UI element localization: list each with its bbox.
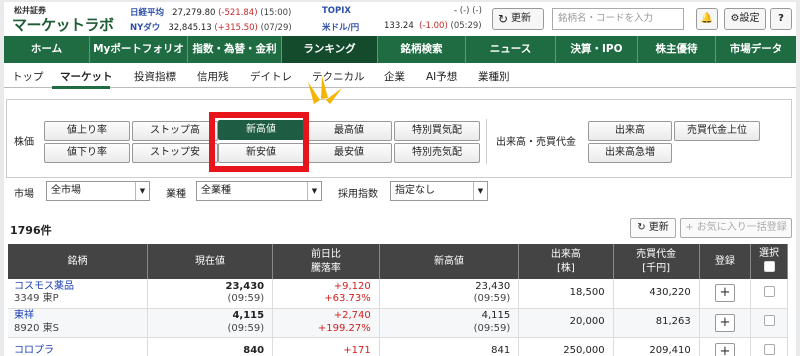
active-tab-indicator [52,86,110,89]
nav-index-fx[interactable]: 指数・為替・金利 [188,36,282,63]
header-refresh-button[interactable]: ↻ 更新 [492,8,544,30]
index-select[interactable]: 指定なし ▼ [390,181,488,201]
chevron-down-icon: ▼ [473,182,487,200]
ticker-usdjpy[interactable]: 米ドル/円 133.24 (-1.00) (05:29) [322,21,482,33]
row-checkbox[interactable] [763,343,775,355]
nav-ranking[interactable]: ランキング [282,36,378,63]
sub-tabs: トップ マーケット 投資指標 信用残 デイトレ テクニカル 企業 AI予想 業種… [4,63,796,88]
plus-icon: + [685,222,694,233]
volume-surge-button[interactable]: 出来高急増 [588,143,672,163]
header: 松井証券 マーケットラボ 日経平均 27,279.80 (-521.84) (1… [4,2,796,36]
table-row: コスモス薬品 3349 東P 23,430 (09:59) +9,120 +63.73… [8,279,788,309]
nav-market-data[interactable]: 市場データ [716,36,796,63]
sector-label: 業種 [166,189,186,200]
tab-investment-indicators[interactable]: 投資指標 [134,69,176,84]
row-checkbox[interactable] [763,314,775,326]
refresh-icon: ↻ [637,222,646,233]
volume-turnover-label: 出来高・売買代金 [496,137,576,148]
volume-button[interactable]: 出来高 [588,121,672,141]
row-checkbox[interactable] [763,285,775,297]
ticker-nydow[interactable]: NYダウ 32,845.13 (+315.50) (07/29) [130,21,292,33]
col-volume[interactable]: 出来高 [株] [518,244,614,279]
col-price[interactable]: 現在値 [147,244,274,279]
chevron-down-icon: ▼ [135,182,149,200]
add-favorite-button[interactable]: + [714,342,735,356]
chevron-down-icon: ▼ [307,182,321,200]
search-input[interactable]: 銘柄名・コードを入力 [552,8,684,30]
price-fall-rate-button[interactable]: 値下り率 [44,143,130,163]
sector-select[interactable]: 全業種 ▼ [196,181,322,201]
col-select: 選択 [750,244,788,279]
bell-icon[interactable]: 🔔 [696,8,718,30]
table-row: 東祥 8920 東S 4,115 (09:59) +2,740 +199.27% 4,… [8,308,788,338]
tab-top[interactable]: トップ [12,69,44,84]
tab-by-sector[interactable]: 業種別 [478,69,510,84]
stop-high-button[interactable]: ストップ高 [132,121,218,141]
stop-low-button[interactable]: ストップ安 [132,143,218,163]
ranking-table: 銘柄 現在値 前日比 騰落率 新高値 出来高 [株] 売買代金 [千円] 登録 選択 … [8,244,788,356]
nav-earnings-ipo[interactable]: 決算・IPO [556,36,638,63]
nav-news[interactable]: ニュース [466,36,556,63]
nav-stock-search[interactable]: 銘柄検索 [378,36,466,63]
index-label: 採用指数 [338,189,378,200]
panel-divider [486,119,487,164]
tab-market[interactable]: マーケット [60,69,113,84]
special-bid-button[interactable]: 特別買気配 [394,121,480,141]
brand-logo[interactable]: マーケットラボ [12,14,114,35]
stock-code: 8920 東S [14,322,59,334]
bulk-favorite-button[interactable]: + お気に入り一括登録 [680,218,792,238]
col-turnover[interactable]: 売買代金 [千円] [613,244,700,279]
table-row: コロプラ 840 +171 841 250,000 209,410 + [8,337,788,356]
tab-company[interactable]: 企業 [384,69,405,84]
tab-daytrade[interactable]: デイトレ [250,69,292,84]
special-ask-button[interactable]: 特別売気配 [394,143,480,163]
tab-ai-forecast[interactable]: AI予想 [426,69,457,84]
col-register: 登録 [699,244,752,279]
refresh-icon: ↻ [498,12,509,26]
result-refresh-button[interactable]: ↻ 更新 [630,218,676,238]
tab-margin[interactable]: 信用残 [197,69,229,84]
attention-burst-icon [308,76,342,104]
add-favorite-button[interactable]: + [714,313,735,332]
add-favorite-button[interactable]: + [714,284,735,303]
price-rise-rate-button[interactable]: 値上り率 [44,121,130,141]
col-change[interactable]: 前日比 騰落率 [272,244,380,279]
stock-price-label: 株価 [14,137,34,148]
highlight-box [209,112,309,172]
nav-home[interactable]: ホーム [4,36,90,63]
col-name[interactable]: 銘柄 [8,244,148,279]
settings-button[interactable]: ⚙設定 [724,8,766,30]
table-header: 銘柄 現在値 前日比 騰落率 新高値 出来高 [株] 売買代金 [千円] 登録 選択 [8,244,788,279]
main-nav: ホーム Myポートフォリオ 指数・為替・金利 ランキング 銘柄検索 ニュース 決… [4,36,796,63]
help-button[interactable]: ? [770,8,792,30]
nav-myportfolio[interactable]: Myポートフォリオ [90,36,188,63]
top-turnover-button[interactable]: 売買代金上位 [674,121,760,141]
market-label: 市場 [14,189,34,200]
stock-name-link[interactable]: 東祥 [14,310,34,321]
select-all-checkbox[interactable] [763,260,775,272]
market-select[interactable]: 全市場 ▼ [46,181,150,201]
ticker-topix[interactable]: TOPIX - (-) (-) [322,6,482,16]
col-new-high[interactable]: 新高値 [379,244,520,279]
stock-code: 3349 東P [14,293,59,305]
all-time-low-button[interactable]: 最安値 [306,143,392,163]
result-count: 1796件 [10,224,52,237]
nav-shareholder-benefits[interactable]: 株主優待 [638,36,716,63]
stock-name-link[interactable]: コロプラ [14,345,54,356]
stock-name-link[interactable]: コスモス薬品 [14,281,74,292]
ticker-nikkei[interactable]: 日経平均 27,279.80 (-521.84) (15:00) [130,6,291,18]
all-time-high-button[interactable]: 最高値 [306,121,392,141]
app-frame: 松井証券 マーケットラボ 日経平均 27,279.80 (-521.84) (1… [4,2,796,356]
